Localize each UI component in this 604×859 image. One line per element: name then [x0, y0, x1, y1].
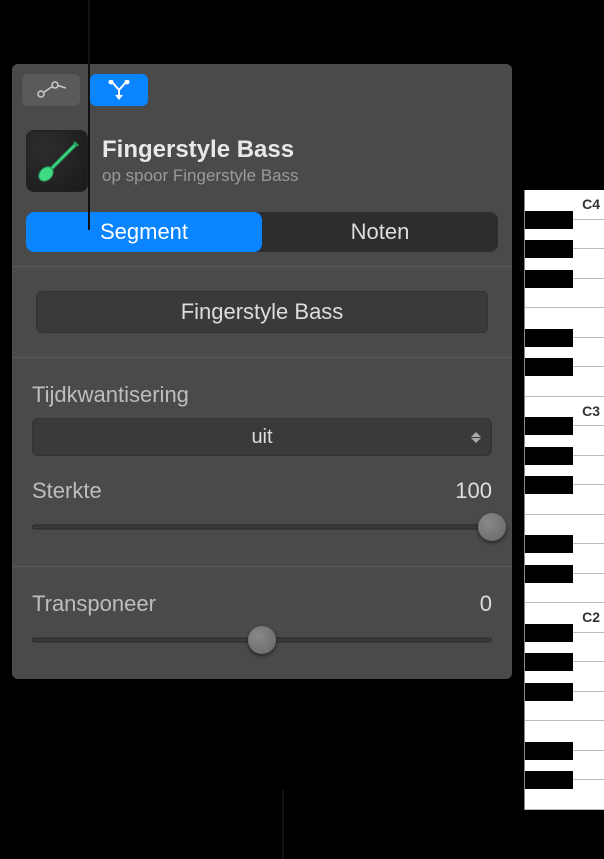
region-name-section: Fingerstyle Bass	[12, 266, 512, 357]
region-title: Fingerstyle Bass	[102, 136, 299, 164]
piano-black-key[interactable]	[525, 270, 573, 288]
automation-icon	[36, 81, 66, 99]
quantize-dropdown[interactable]: uit	[32, 418, 492, 456]
piano-black-key[interactable]	[525, 535, 573, 553]
toolbar	[12, 64, 512, 116]
quantize-label: Tijdkwantisering	[32, 382, 492, 408]
piano-ruler[interactable]: C4C3C2	[524, 190, 604, 810]
strength-slider[interactable]	[32, 512, 492, 542]
region-header: Fingerstyle Bass op spoor Fingerstyle Ba…	[12, 116, 512, 206]
stepper-arrows-icon	[471, 432, 481, 443]
piano-black-key[interactable]	[525, 565, 573, 583]
transpose-value: 0	[480, 591, 492, 617]
piano-black-key[interactable]	[525, 211, 573, 229]
piano-black-key[interactable]	[525, 476, 573, 494]
piano-black-key[interactable]	[525, 417, 573, 435]
piano-black-key[interactable]	[525, 771, 573, 789]
piano-black-key[interactable]	[525, 742, 573, 760]
piano-black-key[interactable]	[525, 447, 573, 465]
transpose-label: Transponeer	[32, 591, 156, 617]
region-name-field[interactable]: Fingerstyle Bass	[36, 291, 488, 333]
tab-segment[interactable]: Segment	[26, 212, 262, 252]
piano-black-key[interactable]	[525, 358, 573, 376]
transpose-section: Transponeer 0	[12, 566, 512, 679]
instrument-icon-bass[interactable]	[26, 130, 88, 192]
strength-value: 100	[455, 478, 492, 504]
automation-toggle-button[interactable]	[22, 74, 80, 106]
piano-black-key[interactable]	[525, 240, 573, 258]
strength-label: Sterkte	[32, 478, 102, 504]
piano-black-key[interactable]	[525, 624, 573, 642]
region-subtitle: op spoor Fingerstyle Bass	[102, 166, 299, 186]
piano-black-key[interactable]	[525, 329, 573, 347]
piano-black-key[interactable]	[525, 683, 573, 701]
region-inspector-panel: Fingerstyle Bass op spoor Fingerstyle Ba…	[12, 64, 512, 679]
midi-icon	[106, 80, 132, 100]
bass-icon	[32, 136, 82, 186]
tab-group: Segment Noten	[26, 212, 498, 252]
transpose-slider[interactable]	[32, 625, 492, 655]
midi-toggle-button[interactable]	[90, 74, 148, 106]
tab-notes[interactable]: Noten	[262, 212, 498, 252]
piano-black-key[interactable]	[525, 653, 573, 671]
quantize-section: Tijdkwantisering uit Sterkte 100	[12, 357, 512, 566]
quantize-value: uit	[251, 426, 272, 449]
